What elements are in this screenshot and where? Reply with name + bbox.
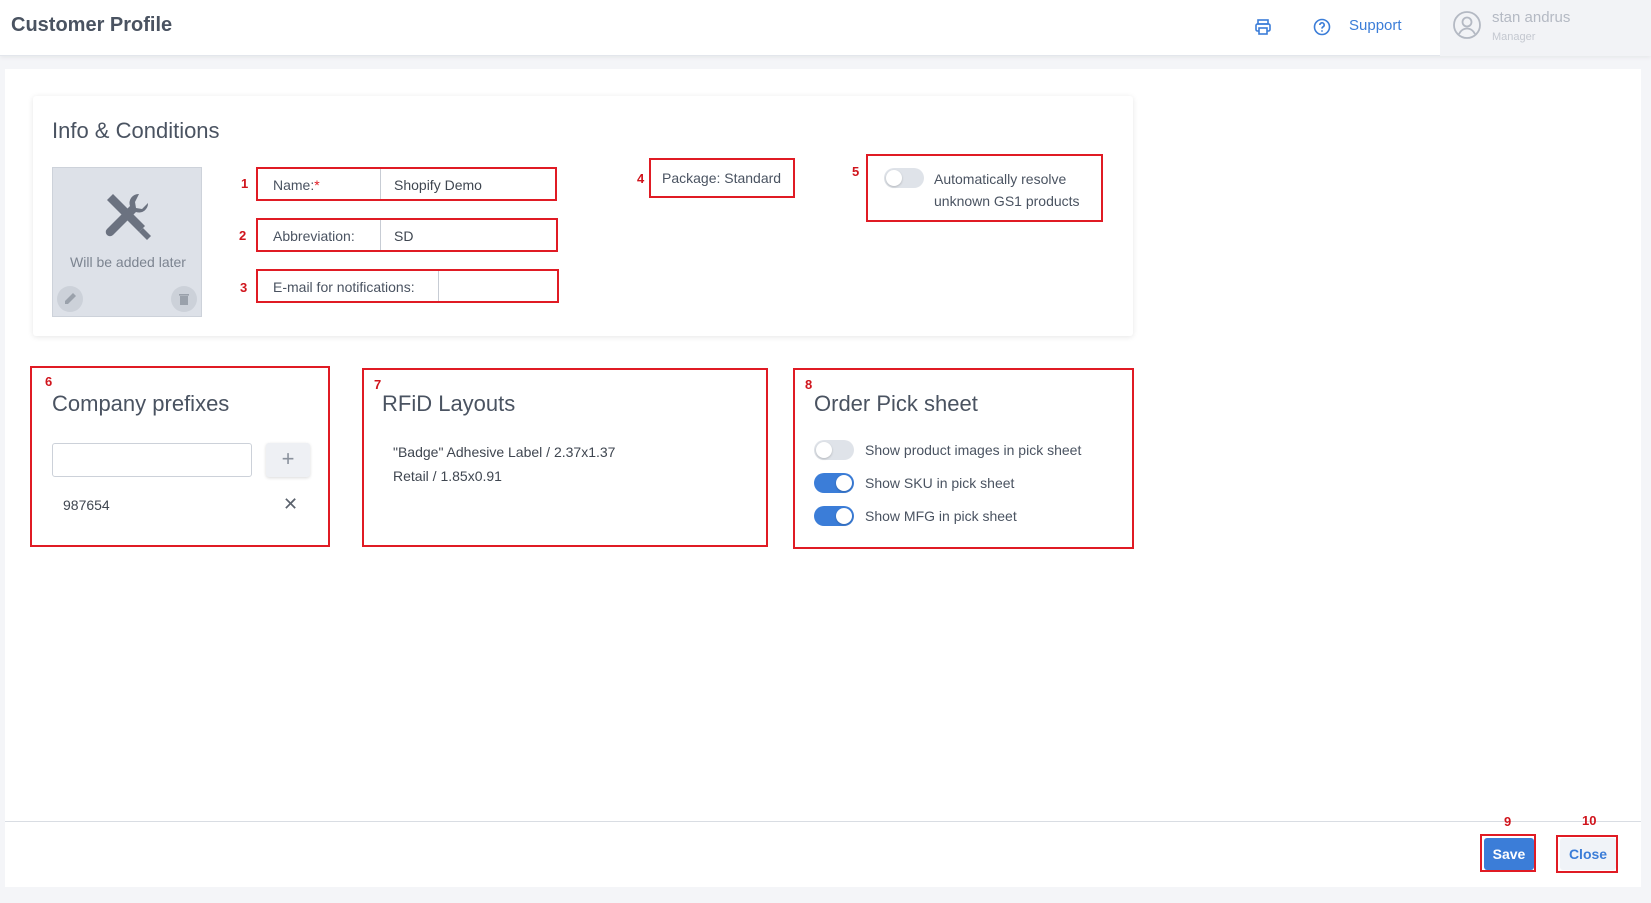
abbreviation-label: Abbreviation: (273, 228, 355, 244)
name-value: Shopify Demo (394, 177, 482, 193)
customer-image: Will be added later (52, 167, 202, 317)
mfg-toggle[interactable] (814, 506, 854, 526)
auto-resolve-box: Automatically resolve unknown GS1 produc… (866, 154, 1103, 222)
support-link[interactable]: Support (1349, 17, 1402, 34)
user-name: stan andrus (1492, 9, 1571, 26)
product-images-label: Show product images in pick sheet (865, 442, 1082, 458)
close-x-icon[interactable]: ✕ (283, 494, 298, 515)
abbreviation-field[interactable]: Abbreviation: SD (256, 218, 558, 252)
field-divider (380, 169, 381, 199)
annotation-number: 9 (1504, 814, 1512, 829)
name-field[interactable]: Name:* Shopify Demo (256, 167, 557, 201)
user-menu[interactable]: stan andrus Manager (1440, 0, 1651, 56)
annotation-number: 3 (240, 280, 248, 295)
printer-icon[interactable] (1253, 17, 1273, 37)
email-label: E-mail for notifications: (273, 279, 415, 295)
save-button[interactable]: Save (1484, 838, 1534, 870)
field-divider (438, 271, 439, 301)
auto-resolve-label: Automatically resolve unknown GS1 produc… (934, 171, 1080, 209)
pencil-icon[interactable] (57, 286, 83, 312)
user-circle-icon (1453, 11, 1481, 39)
name-label: Name:* (273, 177, 320, 193)
auto-resolve-toggle[interactable] (884, 168, 924, 188)
field-divider (380, 220, 381, 250)
annotation-number: 7 (374, 377, 382, 392)
toggle-knob (836, 508, 852, 524)
add-prefix-button[interactable]: + (266, 443, 310, 477)
abbreviation-value: SD (394, 228, 414, 244)
toggle-knob (886, 170, 902, 186)
page-title: Customer Profile (11, 14, 173, 36)
prefix-input[interactable] (52, 443, 252, 477)
mfg-label: Show MFG in pick sheet (865, 508, 1017, 524)
tools-icon (105, 193, 151, 240)
email-notifications-field[interactable]: E-mail for notifications: (256, 269, 559, 303)
annotation-number: 8 (805, 377, 813, 392)
company-prefixes-title: Company prefixes (52, 391, 230, 416)
annotation-number: 6 (45, 374, 53, 389)
toggle-knob (836, 475, 852, 491)
annotation-number: 2 (239, 228, 247, 243)
info-conditions-title: Info & Conditions (52, 118, 220, 143)
annotation-number: 5 (852, 164, 860, 179)
annotation-number: 10 (1582, 813, 1597, 828)
package-label: Package: Standard (662, 170, 782, 186)
rfid-layout-item[interactable]: Retail / 1.85x0.91 (393, 468, 502, 484)
user-role: Manager (1492, 31, 1536, 43)
close-button[interactable]: Close (1560, 838, 1616, 870)
prefix-item: 987654 (63, 497, 110, 513)
footer-divider (5, 821, 1641, 822)
rfid-layout-item[interactable]: "Badge" Adhesive Label / 2.37x1.37 (393, 444, 615, 460)
annotation-number: 4 (637, 171, 645, 186)
package-box: Package: Standard (649, 158, 795, 198)
sku-toggle[interactable] (814, 473, 854, 493)
product-images-toggle[interactable] (814, 440, 854, 460)
toggle-knob (816, 442, 832, 458)
trash-icon[interactable] (171, 286, 197, 312)
rfid-layouts-title: RFiD Layouts (382, 391, 516, 416)
image-placeholder-text: Will be added later (70, 254, 186, 270)
top-bar: Customer Profile Support stan andrus Man… (0, 0, 1651, 56)
sku-label: Show SKU in pick sheet (865, 475, 1015, 491)
order-pick-sheet-title: Order Pick sheet (814, 391, 978, 416)
question-circle-icon[interactable] (1312, 17, 1332, 37)
annotation-number: 1 (241, 176, 249, 191)
